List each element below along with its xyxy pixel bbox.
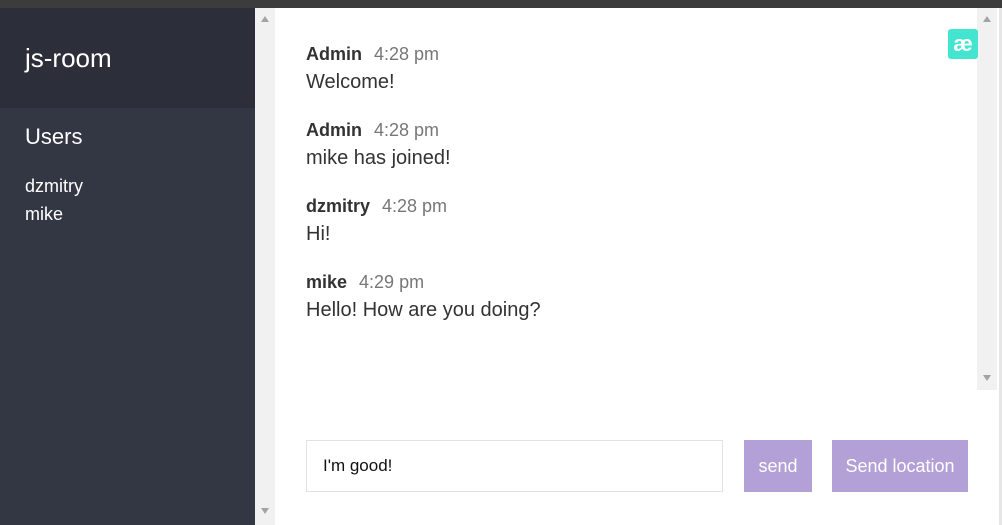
room-title: js-room xyxy=(25,42,112,73)
scroll-down-arrow-icon[interactable] xyxy=(983,375,991,381)
message-text: Hi! xyxy=(306,223,331,245)
chat-message: Admin 4:28 pm mike has joined! xyxy=(306,120,451,170)
message-time: 4:28 pm xyxy=(374,120,440,140)
chat-message: Admin 4:28 pm Welcome! xyxy=(306,44,439,94)
sidebar: js-room Users dzmitry mike xyxy=(0,8,255,525)
message-time: 4:28 pm xyxy=(374,44,440,64)
message-time: 4:28 pm xyxy=(382,196,448,216)
message-meta: dzmitry 4:28 pm xyxy=(306,196,447,216)
send-button[interactable]: send xyxy=(744,440,812,492)
scroll-up-arrow-icon[interactable] xyxy=(983,16,991,22)
message-author: dzmitry xyxy=(306,196,371,216)
message-input[interactable] xyxy=(306,440,723,492)
message-time: 4:29 pm xyxy=(359,272,425,292)
message-author: Admin xyxy=(306,44,362,64)
message-author: mike xyxy=(306,272,348,292)
chat-message: dzmitry 4:28 pm Hi! xyxy=(306,196,447,246)
scroll-up-arrow-icon[interactable] xyxy=(261,16,269,22)
chat-message: mike 4:29 pm Hello! How are you doing? xyxy=(306,272,541,322)
users-heading: Users xyxy=(25,124,83,149)
user-list-item: dzmitry xyxy=(25,176,83,196)
message-meta: mike 4:29 pm xyxy=(306,272,541,292)
app-logo-icon: æ xyxy=(948,29,978,59)
message-meta: Admin 4:28 pm xyxy=(306,44,439,64)
user-list: dzmitry mike xyxy=(25,172,255,228)
window-top-bar xyxy=(0,0,1002,8)
user-list-item: mike xyxy=(25,204,64,224)
page-scrollbar[interactable] xyxy=(255,8,275,525)
send-location-button[interactable]: Send location xyxy=(832,440,968,492)
message-meta: Admin 4:28 pm xyxy=(306,120,451,140)
scroll-down-arrow-icon[interactable] xyxy=(261,508,269,514)
message-author: Admin xyxy=(306,120,362,140)
message-text: mike has joined! xyxy=(306,147,451,169)
message-text: Welcome! xyxy=(306,71,395,93)
messages-scrollbar[interactable] xyxy=(977,8,997,390)
message-text: Hello! How are you doing? xyxy=(306,299,541,321)
sidebar-header: js-room xyxy=(0,8,255,108)
